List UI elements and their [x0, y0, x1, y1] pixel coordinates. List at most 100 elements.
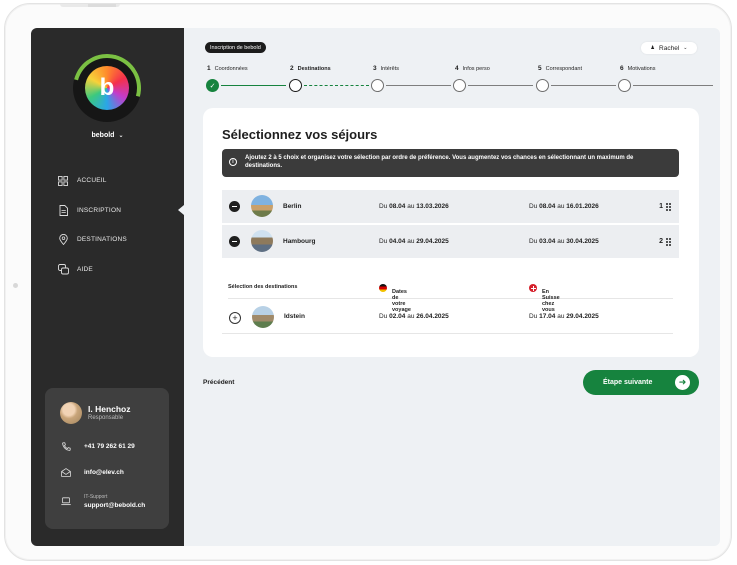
remove-icon[interactable]	[229, 236, 240, 247]
step-2-circle[interactable]	[289, 79, 302, 92]
step-3-circle[interactable]	[371, 79, 384, 92]
user-icon: ♟	[650, 45, 656, 51]
step-4-label[interactable]: 4 Infos perso	[455, 65, 490, 72]
destinations-table-header: Sélection des destinations Dates de votr…	[228, 279, 673, 313]
remove-icon[interactable]	[229, 201, 240, 212]
step-connector	[633, 85, 713, 86]
sidebar-item-label: DESTINATIONS	[77, 236, 127, 244]
swiss-dates: Du 03.04 au 30.04.2025	[529, 238, 599, 245]
logo-gradient: b	[85, 66, 129, 110]
step-6-circle[interactable]	[618, 79, 631, 92]
add-icon[interactable]: +	[229, 312, 241, 324]
drag-handle-icon[interactable]	[666, 237, 671, 246]
available-destination-row[interactable]: + Idstein Du 02.04 au 26.04.2025 Du 17.0…	[222, 301, 673, 334]
arrow-right-icon: ➜	[675, 375, 690, 390]
grid-icon	[57, 175, 69, 187]
step-5-label[interactable]: 5 Correspondant	[538, 65, 582, 72]
rank-number: 1	[659, 203, 663, 210]
contact-email-text: info@elev.ch	[84, 468, 124, 476]
help-chat-icon	[57, 263, 69, 275]
active-pointer	[178, 205, 184, 216]
mail-icon	[60, 466, 72, 478]
step-connector	[304, 85, 369, 86]
contact-support[interactable]: IT-Support support@bebold.ch	[60, 494, 145, 509]
registration-badge: Inscription de bebold	[205, 42, 266, 53]
sidebar-item-destinations[interactable]: DESTINATIONS	[31, 225, 184, 255]
sidebar-item-label: AIDE	[77, 265, 93, 273]
step-connector	[551, 85, 616, 86]
progress-stepper: 1 Coordonnées 2 Destinations 3 Intérêts 4 In…	[205, 65, 720, 95]
camera-bar-segment	[88, 4, 116, 7]
user-name: Rachel	[659, 44, 680, 52]
contact-phone[interactable]: +41 79 262 61 29	[60, 440, 135, 452]
contact-email[interactable]: info@elev.ch	[60, 466, 124, 478]
step-5-circle[interactable]	[536, 79, 549, 92]
swiss-dates: Du 17.04 au 29.04.2025	[529, 313, 599, 320]
step-4-circle[interactable]	[453, 79, 466, 92]
laptop-icon	[60, 496, 72, 508]
sidebar-item-inscription[interactable]: INSCRIPTION	[31, 196, 184, 226]
next-step-label: Étape suivante	[603, 379, 653, 386]
travel-dates: Du 02.04 au 26.04.2025	[379, 313, 449, 320]
step-connector	[386, 85, 451, 86]
column-swiss: En Suisse chez vous	[529, 284, 560, 313]
document-icon	[57, 204, 69, 216]
germany-flag-icon	[379, 284, 387, 292]
info-icon: i	[229, 158, 237, 166]
support-label: IT-Support	[84, 494, 108, 500]
step-6-label[interactable]: 6 Motivations	[620, 65, 655, 72]
sidebar-item-aide[interactable]: AIDE	[31, 255, 184, 285]
sidebar-item-label: ACCUEIL	[77, 177, 107, 185]
rank-number: 2	[659, 238, 663, 245]
sidebar-nav: ACCUEIL INSCRIPTION DESTINATIONS AIDE	[31, 166, 184, 284]
page-title: Sélectionnez vos séjours	[222, 127, 378, 142]
step-connector	[221, 85, 286, 86]
tablet-frame: b bebold ⌄ ACCUEIL INSCRIPTION DESTINATI…	[4, 3, 732, 561]
drag-handle-icon[interactable]	[666, 202, 671, 211]
step-1-label[interactable]: 1 Coordonnées	[207, 65, 248, 72]
column-selection: Sélection des destinations	[228, 284, 298, 290]
selected-destination-row[interactable]: Berlin Du 08.04 au 13.03.2026 Du 08.04 a…	[222, 190, 679, 223]
step-3-label[interactable]: 3 Intérêts	[373, 65, 399, 72]
support-email: support@bebold.ch	[84, 502, 146, 509]
step-1-check-icon[interactable]: ✓	[206, 79, 219, 92]
priority-rank[interactable]: 2	[659, 237, 671, 246]
step-2-label[interactable]: 2 Destinations	[290, 65, 331, 72]
sidebar-item-label: INSCRIPTION	[77, 206, 122, 214]
swiss-dates: Du 08.04 au 16.01.2026	[529, 203, 599, 210]
travel-dates: Du 08.04 au 13.03.2026	[379, 203, 449, 210]
next-step-button[interactable]: Étape suivante ➜	[583, 370, 699, 395]
previous-link[interactable]: Précédent	[203, 379, 234, 386]
info-text: Ajoutez 2 à 5 choix et organisez votre s…	[245, 155, 634, 170]
sidebar-item-accueil[interactable]: ACCUEIL	[31, 166, 184, 196]
destination-thumbnail	[251, 195, 273, 217]
selection-card: Sélectionnez vos séjours i Ajoutez 2 à 5…	[203, 108, 699, 357]
side-button	[13, 283, 18, 288]
travel-dates: Du 04.04 au 29.04.2025	[379, 238, 449, 245]
contact-role: Responsable	[88, 415, 124, 421]
user-menu[interactable]: ♟ Rachel ⌄	[641, 42, 697, 54]
priority-rank[interactable]: 1	[659, 202, 671, 211]
destination-name: Berlin	[283, 203, 302, 210]
column-dates: Dates de votre voyage	[379, 284, 411, 313]
org-name: bebold	[91, 132, 115, 139]
sidebar: b bebold ⌄ ACCUEIL INSCRIPTION DESTINATI…	[31, 28, 184, 546]
info-banner: i Ajoutez 2 à 5 choix et organisez votre…	[222, 149, 679, 177]
logo[interactable]: b	[60, 41, 154, 135]
avatar	[60, 402, 82, 424]
logo-letter: b	[99, 74, 115, 101]
selected-destination-row[interactable]: Hambourg Du 04.04 au 29.04.2025 Du 03.04…	[222, 225, 679, 258]
phone-icon	[60, 440, 72, 452]
destination-thumbnail	[251, 230, 273, 252]
org-switcher[interactable]: bebold ⌄	[31, 132, 184, 139]
app-screen: b bebold ⌄ ACCUEIL INSCRIPTION DESTINATI…	[31, 28, 720, 546]
chevron-down-icon: ⌄	[118, 133, 124, 139]
chevron-down-icon: ⌄	[683, 45, 688, 51]
swiss-flag-icon	[529, 284, 537, 292]
contact-name: I. Henchoz	[88, 404, 131, 414]
step-connector	[468, 85, 533, 86]
destination-name: Hambourg	[283, 238, 316, 245]
location-pin-icon	[57, 234, 69, 246]
destination-name: Idstein	[284, 313, 305, 320]
contact-phone-text: +41 79 262 61 29	[84, 442, 135, 450]
